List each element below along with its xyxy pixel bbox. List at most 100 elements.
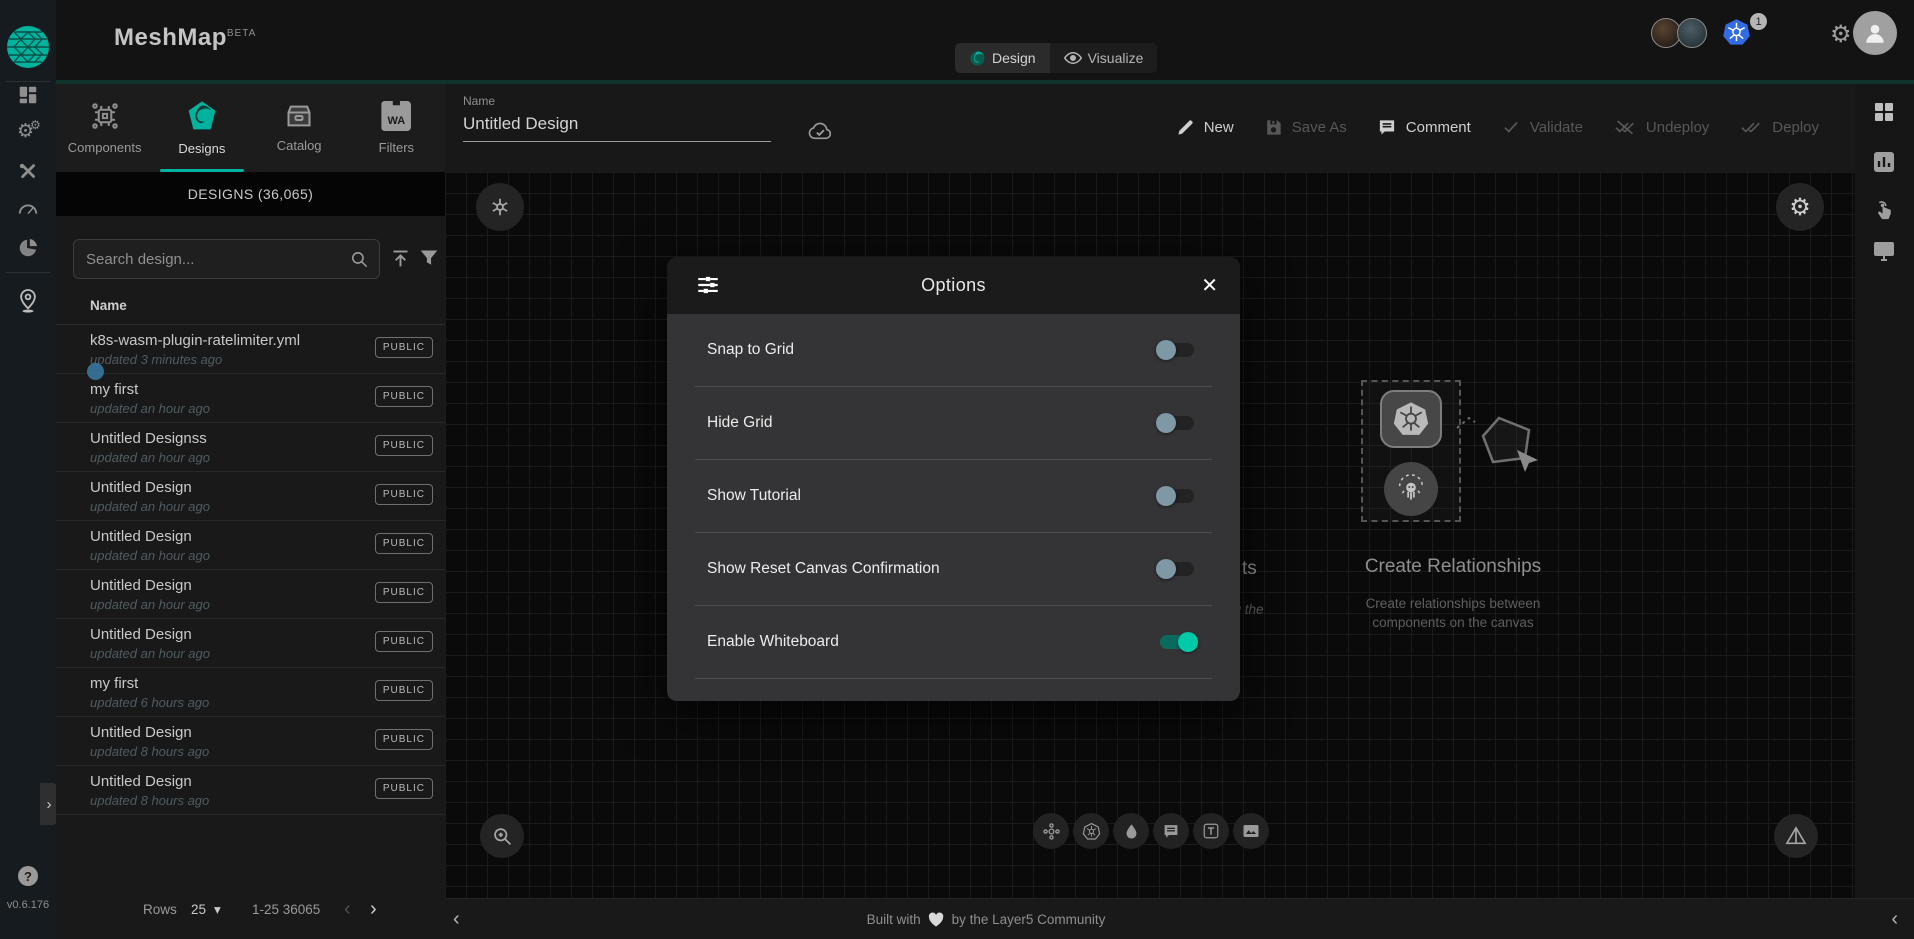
validate-button[interactable]: Validate — [1501, 118, 1583, 136]
kubernetes-context-icon[interactable] — [1722, 18, 1751, 47]
performance-gauge-icon[interactable] — [17, 199, 39, 221]
options-modal-header: Options ✕ — [667, 257, 1240, 314]
tab-filters[interactable]: WA Filters — [348, 84, 445, 172]
zoom-button[interactable] — [480, 814, 524, 858]
design-list-item[interactable]: my first updated an hour ago PUBLIC — [56, 374, 445, 423]
snap-to-grid-toggle[interactable] — [1154, 337, 1200, 363]
components-tool-button[interactable] — [1033, 813, 1069, 849]
check-icon — [1501, 118, 1521, 136]
analytics-chart-button[interactable] — [1872, 150, 1896, 174]
help-button[interactable]: ? — [18, 866, 38, 886]
filter-funnel-icon[interactable] — [419, 248, 439, 268]
rows-per-page-select[interactable]: 25 — [191, 902, 206, 917]
comment-tool-button[interactable] — [1153, 813, 1189, 849]
dock-grid-button[interactable] — [1872, 100, 1896, 124]
tab-components[interactable]: Components — [56, 84, 153, 172]
design-list-item[interactable]: Untitled Design updated 8 hours ago PUBL… — [56, 766, 445, 815]
enable-whiteboard-toggle[interactable] — [1154, 629, 1200, 655]
gesture-touch-button[interactable] — [1872, 198, 1894, 222]
visibility-badge: PUBLIC — [375, 631, 433, 652]
search-input[interactable] — [84, 250, 350, 269]
pen-tool-button[interactable] — [1113, 813, 1149, 849]
visibility-badge: PUBLIC — [375, 729, 433, 750]
option-row-enable-whiteboard: Enable Whiteboard — [695, 606, 1212, 679]
deploy-button[interactable]: Deploy — [1739, 118, 1819, 136]
design-list-item[interactable]: Untitled Design updated an hour ago PUBL… — [56, 619, 445, 668]
design-list-item[interactable]: Untitled Design updated 8 hours ago PUBL… — [56, 717, 445, 766]
tab-design[interactable]: Design — [955, 43, 1050, 73]
save-as-button[interactable]: Save As — [1264, 118, 1347, 137]
tab-catalog[interactable]: Catalog — [251, 84, 348, 172]
hide-grid-toggle[interactable] — [1154, 410, 1200, 436]
footer: ‹ Built with by the Layer5 Community ‹ — [445, 898, 1914, 939]
onboarding-description: Create relationships between components … — [1333, 594, 1573, 632]
comment-button[interactable]: Comment — [1377, 118, 1471, 137]
show-tutorial-toggle[interactable] — [1154, 483, 1200, 509]
search-icon — [350, 250, 369, 269]
new-button[interactable]: New — [1176, 118, 1234, 137]
visibility-badge: PUBLIC — [375, 778, 433, 799]
pagination: Rows 25 ▾ 1-25 36065 ‹ › — [56, 896, 445, 926]
visibility-badge: PUBLIC — [375, 484, 433, 505]
designs-spiral-icon — [186, 100, 218, 132]
close-icon[interactable]: ✕ — [1201, 273, 1218, 298]
collapse-right-chevron[interactable]: ‹ — [1891, 899, 1898, 939]
design-name-input[interactable]: Untitled Design — [463, 114, 578, 134]
options-modal-body: Snap to Grid Hide Grid Show Tutorial Sho… — [667, 314, 1240, 701]
media-tool-button[interactable] — [1233, 813, 1269, 849]
layer5-logo-icon[interactable] — [6, 25, 50, 69]
occluded-text-fragment: ts — [1242, 558, 1257, 580]
tab-visualize[interactable]: Visualize — [1050, 43, 1158, 73]
tab-designs[interactable]: Designs — [153, 84, 250, 172]
design-list-item[interactable]: Untitled Design updated an hour ago PUBL… — [56, 472, 445, 521]
version-label: v0.6.176 — [0, 899, 56, 911]
caret-down-icon[interactable]: ▾ — [214, 902, 221, 918]
prev-page-button[interactable]: ‹ — [344, 898, 351, 921]
visualize-eye-icon — [1064, 51, 1082, 65]
canvas-flower-button[interactable] — [476, 183, 524, 231]
lifecycle-gears-icon[interactable]: ⚙⚙ — [17, 122, 34, 141]
undeploy-button[interactable]: Undeploy — [1613, 118, 1709, 136]
design-actions-toolbar: New Save As Comment Validate Undeploy De… — [1176, 84, 1819, 170]
design-list-item[interactable]: Untitled Design updated an hour ago PUBL… — [56, 570, 445, 619]
design-list-item[interactable]: Untitled Designss updated an hour ago PU… — [56, 423, 445, 472]
range-label: 1-25 36065 — [252, 902, 320, 917]
search-box[interactable] — [73, 239, 380, 279]
meshmap-pin-icon[interactable] — [17, 288, 39, 314]
collaborator-presence-dot — [87, 363, 104, 380]
kubernetes-component-node[interactable] — [1380, 390, 1442, 448]
text-tool-button[interactable] — [1193, 813, 1229, 849]
design-list-item[interactable]: k8s-wasm-plugin-ratelimiter.yml updated … — [56, 325, 445, 374]
visibility-badge: PUBLIC — [375, 337, 433, 358]
footer-credit: Built with by the Layer5 Community — [867, 899, 1106, 939]
next-page-button[interactable]: › — [370, 898, 377, 921]
visibility-badge: PUBLIC — [375, 680, 433, 701]
dashboard-icon[interactable] — [17, 84, 39, 106]
configuration-tools-icon[interactable] — [17, 161, 39, 183]
collapse-left-chevron[interactable]: ‹ — [453, 899, 460, 939]
upload-design-icon[interactable] — [390, 248, 411, 269]
beta-tag: BETA — [227, 28, 256, 39]
wasm-filter-icon: WA — [381, 101, 411, 131]
display-screen-button[interactable] — [1872, 240, 1896, 262]
mode-toggle: Design Visualize — [955, 43, 1157, 73]
meshmap-app: ⚙⚙ › ? v0.6.176 MeshMapBETA Design — [0, 0, 1914, 939]
design-list-item[interactable]: my first updated 6 hours ago PUBLIC — [56, 668, 445, 717]
floppy-icon — [1264, 118, 1283, 137]
meshery-operator-node[interactable] — [1384, 462, 1438, 516]
canvas-settings-gear-button[interactable]: ⚙ — [1776, 183, 1824, 231]
pod-flower-icon — [1042, 822, 1061, 841]
drop-pen-icon — [1123, 822, 1140, 841]
settings-gear-icon[interactable]: ⚙ — [1830, 20, 1852, 49]
search-row — [56, 232, 445, 286]
extensions-pie-icon[interactable] — [17, 237, 39, 259]
collaborator-avatar[interactable] — [1677, 18, 1707, 48]
option-row-reset-confirmation: Show Reset Canvas Confirmation — [695, 533, 1212, 606]
comment-icon — [1377, 118, 1397, 137]
shapes-prism-button[interactable] — [1774, 814, 1818, 858]
reset-canvas-confirmation-toggle[interactable] — [1154, 556, 1200, 582]
kubernetes-tool-button[interactable] — [1073, 813, 1109, 849]
name-label: Name — [463, 94, 495, 108]
design-list-item[interactable]: Untitled Design updated an hour ago PUBL… — [56, 521, 445, 570]
user-avatar[interactable] — [1853, 11, 1897, 55]
